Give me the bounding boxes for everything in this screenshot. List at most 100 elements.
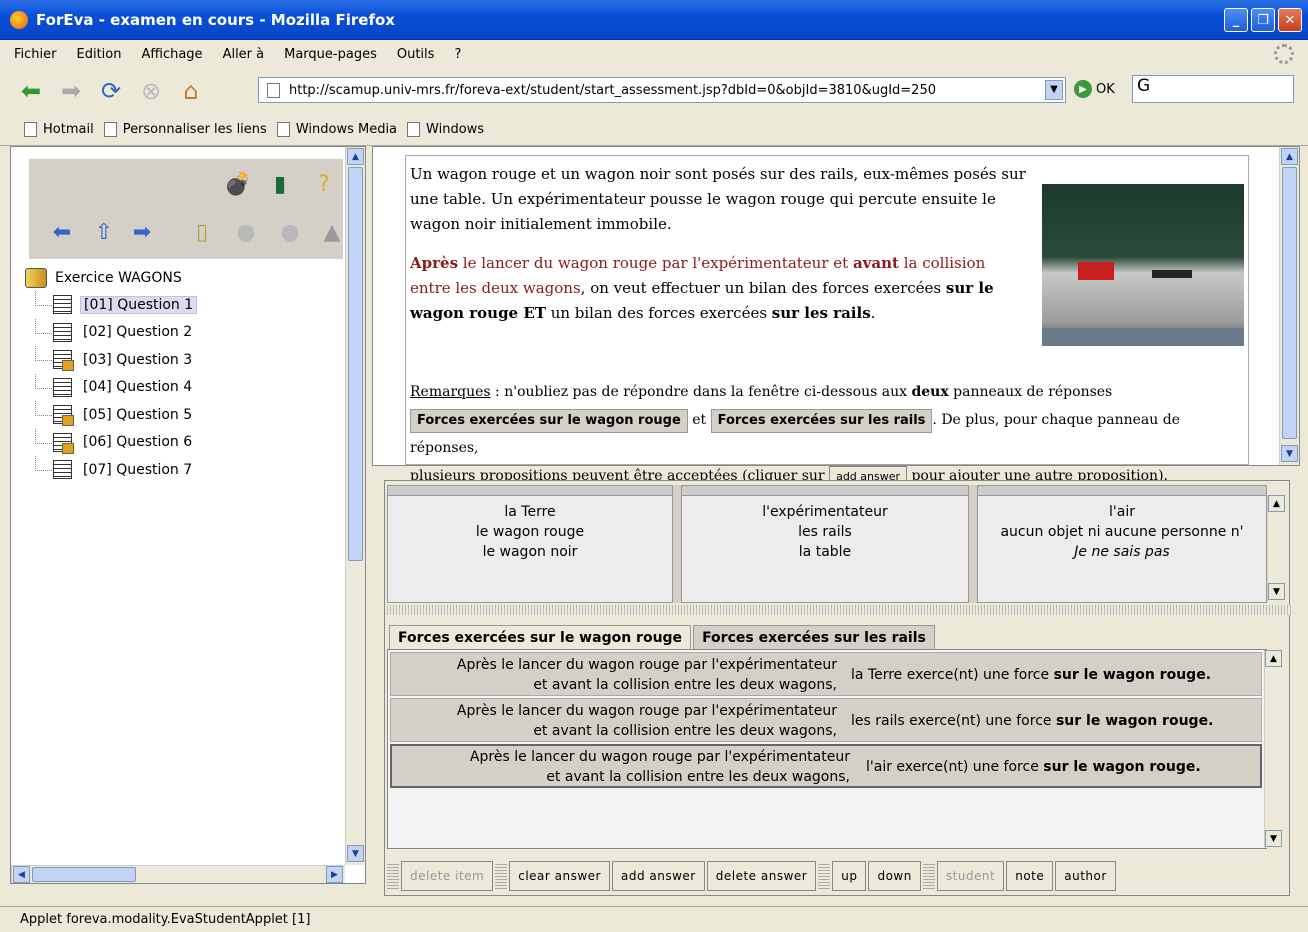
add-answer-button[interactable]: add answer <box>612 861 705 891</box>
locked-question-icon <box>53 432 74 454</box>
applet-toolbar: delete item clear answer add answer dele… <box>387 859 1287 893</box>
bomb-icon[interactable]: 💣 <box>224 171 251 197</box>
question-icon <box>53 460 72 480</box>
student-button[interactable]: student <box>936 861 1005 891</box>
scroll-down-icon[interactable]: ▼ <box>347 845 364 862</box>
menu-aller[interactable]: Aller à <box>223 47 265 62</box>
scroll-up-icon[interactable]: ▲ <box>1268 495 1285 512</box>
bookmark-personnaliser[interactable]: Personnaliser les liens <box>103 122 267 137</box>
choice-item[interactable]: le wagon rouge <box>388 522 672 542</box>
minimize-button[interactable]: _ <box>1224 8 1248 32</box>
tree-item-question-6[interactable]: [06] Question 6 <box>25 428 197 457</box>
author-button[interactable]: author <box>1055 861 1116 891</box>
delete-answer-button[interactable]: delete answer <box>706 861 817 891</box>
choice-item[interactable]: Je ne sais pas <box>978 542 1266 562</box>
video-player[interactable] <box>1042 184 1244 346</box>
choice-item[interactable]: le wagon noir <box>388 542 672 562</box>
question-vertical-scrollbar[interactable]: ▲ ▼ <box>1279 147 1299 465</box>
url-dropdown-icon[interactable]: ▼ <box>1045 80 1063 100</box>
answers-scrollbar[interactable]: ▲ ▼ <box>1264 650 1282 848</box>
close-button[interactable]: ✕ <box>1278 8 1302 32</box>
choice-item[interactable]: aucun objet ni aucune personne n' <box>978 522 1266 542</box>
question-intro: Un wagon rouge et un wagon noir sont pos… <box>410 165 1026 233</box>
delete-item-button[interactable]: delete item <box>401 861 494 891</box>
scroll-right-icon[interactable]: ▶ <box>326 866 343 883</box>
locked-question-icon <box>53 350 74 372</box>
scroll-thumb[interactable] <box>348 167 363 561</box>
video-controls[interactable] <box>1042 328 1244 346</box>
choice-item[interactable]: l'expérimentateur <box>682 502 968 522</box>
next-icon[interactable]: ➡ <box>129 219 155 245</box>
note-button[interactable]: note <box>1006 861 1054 891</box>
forward-icon[interactable]: ➡ <box>54 74 88 108</box>
bookmark-windows[interactable]: Windows <box>407 122 484 137</box>
left-vertical-scrollbar[interactable]: ▲ ▼ <box>345 147 365 865</box>
up-button[interactable]: up <box>832 861 867 891</box>
bookmark-windows-media[interactable]: Windows Media <box>276 122 397 137</box>
exit-icon[interactable]: ▮ <box>267 171 293 197</box>
choice-item[interactable]: la Terre <box>388 502 672 522</box>
go-label: OK <box>1096 81 1115 97</box>
scroll-up-icon[interactable]: ▲ <box>1265 650 1282 667</box>
split-divider[interactable] <box>385 605 1291 615</box>
answer-row-selected[interactable]: Après le lancer du wagon rouge par l'exp… <box>390 744 1262 788</box>
menu-affichage[interactable]: Affichage <box>141 47 202 62</box>
tree-item-question-4[interactable]: [04] Question 4 <box>25 373 197 402</box>
reload-icon[interactable]: ⟳ <box>94 74 128 108</box>
go-button[interactable]: ▶ OK <box>1074 80 1115 98</box>
restore-button[interactable]: ❐ <box>1251 8 1275 32</box>
previous-icon[interactable]: ⬅ <box>49 219 75 245</box>
scroll-down-icon[interactable]: ▼ <box>1268 583 1285 600</box>
choice-column-2: l'expérimentateur les rails la table <box>681 485 969 603</box>
tree-item-question-2[interactable]: [02] Question 2 <box>25 318 197 347</box>
go-icon: ▶ <box>1074 80 1092 98</box>
choice-columns: la Terre le wagon rouge le wagon noir l'… <box>387 485 1267 603</box>
home-icon[interactable]: ⌂ <box>174 74 208 108</box>
scroll-down-icon[interactable]: ▼ <box>1265 830 1282 847</box>
navigation-toolbar: ⬅ ➡ ⟳ ⊗ ⌂ http://scamup.univ-mrs.fr/fore… <box>0 68 1308 114</box>
scroll-thumb[interactable] <box>1282 167 1297 439</box>
hscroll-thumb[interactable] <box>32 867 136 882</box>
down-button[interactable]: down <box>868 861 921 891</box>
answer-row[interactable]: Après le lancer du wagon rouge par l'exp… <box>390 698 1262 742</box>
tree-item-question-5[interactable]: [05] Question 5 <box>25 401 197 429</box>
scroll-left-icon[interactable]: ◀ <box>13 866 30 883</box>
black-wagon-image <box>1152 270 1192 278</box>
tree-item-question-3[interactable]: [03] Question 3 <box>25 346 197 374</box>
back-icon[interactable]: ⬅ <box>14 74 48 108</box>
help-icon[interactable]: ? <box>311 171 337 197</box>
question-icon <box>53 377 72 397</box>
choice-item[interactable]: l'air <box>978 502 1266 522</box>
tree-item-question-1[interactable]: [01] Question 1 <box>25 291 198 319</box>
search-input[interactable]: G <box>1132 75 1294 103</box>
up-arrow-icon[interactable]: ⇧ <box>91 219 117 245</box>
choices-scrollbar[interactable]: ▲ ▼ <box>1267 495 1285 601</box>
menu-help[interactable]: ? <box>454 47 461 62</box>
stop-icon[interactable]: ⊗ <box>134 74 168 108</box>
document-icon[interactable]: ▯ <box>189 219 215 245</box>
scroll-up-icon[interactable]: ▲ <box>347 148 364 165</box>
firefox-icon <box>10 10 28 29</box>
left-navigation-pane: 💣 ▮ ? ⬅ ⇧ ➡ ▯ ● ● ▲ Exercice WAGONS [01]… <box>10 146 366 884</box>
tab-wagon-rouge[interactable]: Forces exercées sur le wagon rouge <box>389 625 692 649</box>
url-text[interactable]: http://scamup.univ-mrs.fr/foreva-ext/stu… <box>289 83 936 98</box>
choice-item[interactable]: la table <box>682 542 968 562</box>
menu-edition[interactable]: Edition <box>77 47 122 62</box>
remarks: Remarques : n'oubliez pas de répondre da… <box>410 378 1246 490</box>
tree-item-question-7[interactable]: [07] Question 7 <box>25 456 197 484</box>
scroll-down-icon[interactable]: ▼ <box>1281 445 1298 462</box>
tab-rails[interactable]: Forces exercées sur les rails <box>693 625 935 649</box>
menu-marque-pages[interactable]: Marque-pages <box>284 47 377 62</box>
scroll-up-icon[interactable]: ▲ <box>1281 148 1298 165</box>
book-icon <box>25 268 47 288</box>
bookmark-hotmail[interactable]: Hotmail <box>24 122 94 137</box>
left-horizontal-scrollbar[interactable]: ◀ ▶ <box>11 865 345 883</box>
answer-row[interactable]: Après le lancer du wagon rouge par l'exp… <box>390 652 1262 696</box>
clear-answer-button[interactable]: clear answer <box>509 861 610 891</box>
url-bar[interactable]: http://scamup.univ-mrs.fr/foreva-ext/stu… <box>258 77 1066 103</box>
menu-outils[interactable]: Outils <box>397 47 435 62</box>
answer-list: Après le lancer du wagon rouge par l'exp… <box>387 649 1282 849</box>
choice-item[interactable]: les rails <box>682 522 968 542</box>
tree-root[interactable]: Exercice WAGONS <box>25 265 197 291</box>
menu-fichier[interactable]: Fichier <box>14 47 57 62</box>
